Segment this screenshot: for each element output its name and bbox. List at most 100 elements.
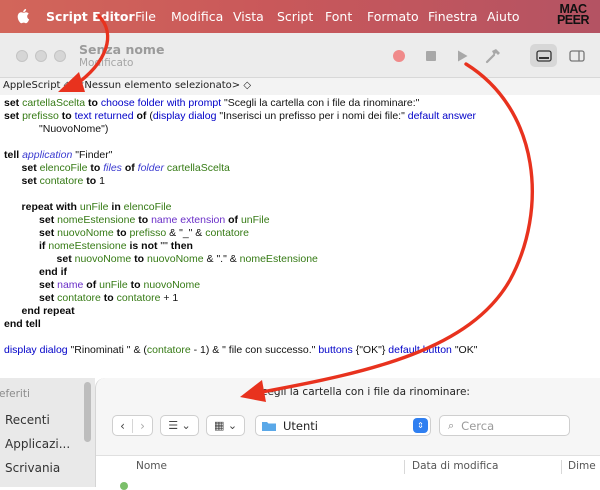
run-button[interactable] [449,44,476,67]
code-line[interactable]: set cartellaScelta to choose folder with… [4,97,419,109]
code-token-op [4,162,22,174]
menu-modifica[interactable]: Modifica [171,9,223,24]
code-token-kw: of [83,279,100,291]
code-line[interactable]: display dialog "Rinominati " & (contator… [4,344,477,356]
code-token-op [4,240,39,252]
code-line[interactable]: set nomeEstensione to name extension of … [4,214,270,226]
script-editor[interactable]: set cartellaScelta to choose folder with… [0,95,600,378]
hammer-icon [485,48,500,63]
code-token-cmd: display dialog [4,344,68,356]
menu-script[interactable]: Script [277,9,313,24]
element-popup[interactable]: <Nessun elemento selezionato> ◇ [76,80,251,91]
code-token-var: contatore [146,344,191,356]
code-token-kw: if [39,240,49,252]
code-token-kw: end repeat [21,305,75,317]
code-token-op: 1 [99,175,105,187]
language-popup[interactable]: AppleScript ◇ [3,80,71,91]
code-token-kw: set [21,162,40,174]
menu-formato[interactable]: Formato [367,9,419,24]
code-token-prop: name extension [151,214,226,226]
zoom-window-button[interactable] [54,50,66,62]
code-token-op [4,266,39,278]
list-view-button[interactable]: ☰ ⌄ [160,415,199,436]
code-line[interactable]: set prefisso to text returned of (displa… [4,110,476,122]
code-line[interactable]: "NuovoNome") [4,123,108,135]
code-token-kw: set [4,97,23,109]
code-token-kw: to [113,227,130,239]
search-field[interactable]: ⌕ Cerca [439,415,570,436]
sidebar-scrollbar[interactable] [84,382,91,442]
search-icon: ⌕ [448,418,455,432]
code-token-op: + 1 [160,292,179,304]
stop-button[interactable] [417,44,444,67]
code-line[interactable]: end tell [4,318,41,330]
code-token-op: {"OK"} [352,344,389,356]
dialog-sidebar: eferiti Recenti Applicazi... Scrivania [0,378,95,487]
log-panel-icon [535,49,552,62]
code-token-var: nomeEstensione [239,253,318,265]
code-token-var: contatore [116,292,161,304]
sidebar-item-applicazioni[interactable]: Applicazi... [5,437,70,451]
record-button[interactable] [385,44,412,67]
menu-finestra[interactable]: Finestra [428,9,478,24]
code-token-kw: set [39,227,58,239]
window-title: Senza nome [79,42,165,57]
column-data-modifica[interactable]: Data di modifica [412,460,498,472]
menu-file[interactable]: File [135,9,156,24]
dialog-prompt: Scegli la cartella con i file da rinomin… [255,386,470,398]
grid-view-icon: ▦ ⌄ [213,419,238,432]
sidebar-item-scrivania[interactable]: Scrivania [5,461,60,475]
code-token-kw: tell [4,149,23,161]
menu-aiuto[interactable]: Aiuto [487,9,520,24]
code-token-var: nuovoNome [57,227,114,239]
code-token-cmd: display dialog [152,110,217,122]
search-placeholder: Cerca [461,418,495,433]
menu-font[interactable]: Font [325,9,352,24]
code-line[interactable]: set name of unFile to nuovoNome [4,279,200,291]
code-line[interactable]: set elencoFile to files of folder cartel… [4,162,230,174]
code-line[interactable]: tell application "Finder" [4,149,112,161]
code-line[interactable]: set contatore to 1 [4,175,105,187]
code-token-str: "Scegli la cartella con i file da rinomi… [221,97,420,109]
column-divider [404,460,405,474]
code-token-var: contatore [205,227,250,239]
close-window-button[interactable] [16,50,28,62]
show-library-button[interactable] [563,44,590,67]
code-token-var: nuovoNome [146,253,204,265]
menu-vista[interactable]: Vista [233,9,264,24]
apple-menu-icon[interactable] [16,8,30,24]
code-line[interactable]: end repeat [4,305,75,317]
column-nome[interactable]: Nome [136,460,167,472]
code-token-kw: is not [126,240,161,252]
show-log-button[interactable] [530,44,557,67]
code-line[interactable]: repeat with unFile in elencoFile [4,201,172,213]
minimize-window-button[interactable] [35,50,47,62]
file-list[interactable] [96,477,600,490]
column-dimensione[interactable]: Dime [568,460,596,472]
code-token-cls: folder [137,162,164,174]
code-token-prop: name [57,279,84,291]
code-token-kw: to [135,214,152,226]
code-line[interactable]: set nuovoNome to prefisso & "_" & contat… [4,227,249,239]
code-token-kw: of [133,110,150,122]
group-view-button[interactable]: ▦ ⌄ [206,415,245,436]
sidebar-item-recenti[interactable]: Recenti [5,413,50,427]
code-token-cmd: default answer [407,110,477,122]
macpeer-logo: MAC PEER [551,3,595,29]
code-token-var: unFile [79,201,109,213]
file-list-header: Nome Data di modifica Dime [96,455,600,479]
code-token-op [4,227,39,239]
code-line[interactable]: end if [4,266,67,278]
code-token-var: cartellaScelta [22,97,86,109]
code-token-op: - 1) & " file con successo." [190,344,319,356]
menu-app-name[interactable]: Script Editor [46,9,135,24]
code-token-var: nuovoNome [74,253,132,265]
compile-button[interactable] [479,44,506,67]
code-line[interactable]: set nuovoNome to nuovoNome & "." & nomeE… [4,253,318,265]
code-line[interactable]: if nomeEstensione is not "" then [4,240,193,252]
code-line[interactable]: set contatore to contatore + 1 [4,292,178,304]
back-button[interactable]: ‹ [113,418,133,433]
element-label: <Nessun elemento selezionato> [76,80,241,91]
forward-button[interactable]: › [133,419,152,433]
location-popup[interactable]: Utenti ⇕ [255,415,431,436]
